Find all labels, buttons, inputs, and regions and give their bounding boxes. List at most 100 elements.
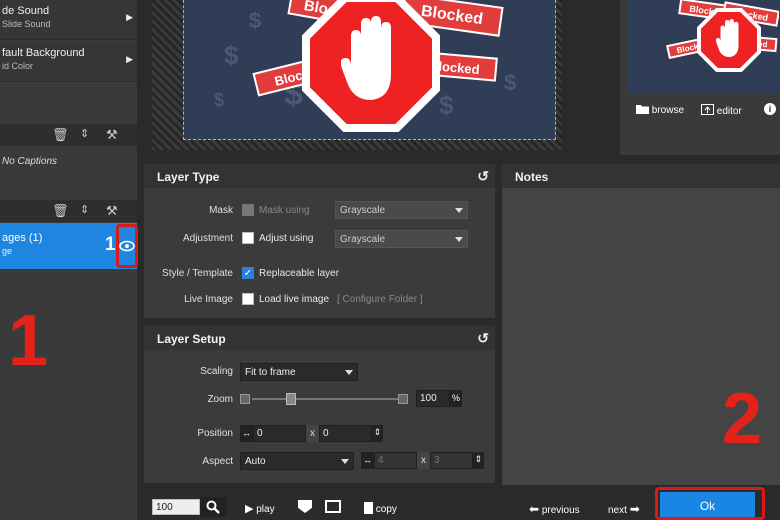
- stop-sign-image: [302, 0, 440, 132]
- chevron-right-icon: ▶: [126, 12, 133, 22]
- window-icon[interactable]: [325, 500, 341, 513]
- mask-label: Mask: [209, 205, 233, 216]
- zoom-max-button[interactable]: [398, 394, 408, 404]
- resize-arrows-icon: ↔: [361, 452, 374, 469]
- adjustment-checkbox[interactable]: [242, 232, 254, 244]
- sort-arrows-icon[interactable]: ⇕: [80, 203, 89, 216]
- default-background-item[interactable]: fault Background id Color ▶: [0, 42, 137, 82]
- scaling-select[interactable]: Fit to frame: [240, 363, 358, 381]
- move-arrows-icon: ↔: [240, 425, 253, 442]
- load-live-image-text: Load live image: [259, 294, 330, 305]
- layer-title: ages (1): [2, 232, 43, 244]
- position-y-input[interactable]: 0: [319, 425, 372, 442]
- layer-type-header: Layer Type ↺: [144, 164, 495, 188]
- trash-icon[interactable]: 🗑: [52, 127, 69, 143]
- scaling-value: Fit to frame: [245, 367, 296, 378]
- adjust-mode-value: Grayscale: [340, 234, 386, 245]
- step-1-annotation: 1: [8, 301, 49, 381]
- configure-folder-link[interactable]: [ Configure Folder ]: [337, 294, 423, 305]
- no-captions-text: No Captions: [2, 156, 58, 167]
- slide-sound-title: de Sound: [2, 5, 50, 17]
- clipboard-icon: [364, 502, 373, 514]
- adjust-using-text: Adjust using: [259, 233, 314, 244]
- adjust-mode-select[interactable]: Grayscale: [335, 230, 468, 248]
- next-button[interactable]: next ➡: [608, 502, 640, 516]
- info-icon[interactable]: i: [764, 103, 776, 115]
- tools-icon[interactable]: ⚒: [106, 127, 118, 143]
- position-label: Position: [197, 428, 233, 439]
- eye-icon[interactable]: [119, 240, 135, 252]
- aspect-width-input[interactable]: 4: [374, 452, 417, 469]
- browse-button[interactable]: browse: [636, 104, 684, 116]
- dollar-sign: $: [439, 90, 454, 120]
- adjustment-label: Adjustment: [182, 233, 233, 244]
- folder-icon: [636, 105, 649, 114]
- mask-mode-value: Grayscale: [340, 205, 386, 216]
- trash-icon[interactable]: 🗑: [52, 203, 69, 219]
- step-2-annotation: 2: [722, 379, 763, 459]
- background-title: fault Background: [2, 47, 85, 59]
- layer-setup-header: Layer Setup ↺: [144, 326, 495, 350]
- layer-setup-title: Layer Setup: [157, 332, 226, 346]
- layer-preview-thumbnail: Blocked Blocked Blocked Blocked: [627, 0, 779, 93]
- hand-icon: [341, 16, 391, 100]
- previous-button[interactable]: ⬅ previous: [529, 502, 580, 516]
- slide-canvas[interactable]: $ $ $ $ $ $ Blocked Blocked Blocked Bloc…: [183, 0, 556, 140]
- layer-type-title: Layer Type: [157, 170, 220, 184]
- replaceable-layer-text: Replaceable layer: [259, 268, 340, 279]
- zoom-percent-input[interactable]: 100: [152, 499, 200, 515]
- position-separator: x: [306, 425, 319, 442]
- zoom-label: Zoom: [207, 394, 233, 405]
- zoom-slider-track[interactable]: [252, 398, 398, 400]
- play-label: play: [256, 504, 275, 515]
- editor-button[interactable]: editor: [701, 104, 742, 117]
- copy-button[interactable]: copy: [364, 502, 397, 515]
- ok-highlight: [655, 487, 765, 520]
- visibility-highlight: [116, 224, 138, 268]
- aspect-separator: x: [417, 452, 430, 469]
- next-label: next: [608, 505, 627, 516]
- zoom-min-button[interactable]: [240, 394, 250, 404]
- stepper-icon[interactable]: ⇕: [473, 452, 484, 469]
- copy-label: copy: [375, 504, 397, 515]
- notes-header: Notes: [502, 164, 780, 188]
- search-icon: [206, 500, 220, 514]
- live-image-label: Live Image: [184, 294, 233, 305]
- dollar-sign: $: [249, 8, 262, 33]
- aspect-select[interactable]: Auto: [240, 452, 354, 470]
- notes-title: Notes: [515, 170, 549, 184]
- aspect-height-input[interactable]: 3: [430, 452, 473, 469]
- mask-using-text: Mask using: [259, 205, 310, 216]
- zoom-input[interactable]: 100: [416, 390, 450, 407]
- reset-icon[interactable]: ↺: [477, 168, 489, 185]
- arrow-right-icon: ➡: [629, 502, 640, 516]
- tools-icon[interactable]: ⚒: [106, 203, 118, 219]
- dollar-sign: $: [224, 40, 239, 70]
- scaling-label: Scaling: [200, 366, 233, 377]
- mask-mode-select[interactable]: Grayscale: [335, 201, 468, 219]
- layer-subtitle: ge: [2, 246, 13, 256]
- slide-sound-item[interactable]: de Sound Slide Sound ▶: [0, 0, 137, 40]
- arrow-left-icon: ⬅: [529, 502, 540, 516]
- style-template-label: Style / Template: [162, 268, 233, 279]
- hand-icon: [716, 19, 739, 57]
- layers-toolbar: 🗑 ⇕ ⚒: [0, 200, 137, 222]
- zoom-search-button[interactable]: [200, 497, 226, 517]
- reset-icon[interactable]: ↺: [477, 330, 489, 347]
- captions-toolbar: 🗑 ⇕ ⚒: [0, 124, 137, 146]
- play-button[interactable]: ▶ play: [245, 502, 275, 515]
- replaceable-layer-checkbox[interactable]: ✓: [242, 267, 254, 279]
- aspect-value: Auto: [245, 456, 266, 467]
- mask-checkbox[interactable]: [242, 204, 254, 216]
- browse-label: browse: [651, 105, 685, 116]
- live-image-checkbox[interactable]: [242, 293, 254, 305]
- chevron-right-icon: ▶: [126, 54, 133, 64]
- dollar-sign: $: [504, 70, 517, 95]
- sort-arrows-icon[interactable]: ⇕: [80, 127, 89, 140]
- editor-label: editor: [716, 106, 742, 117]
- stepper-icon[interactable]: ⇕: [372, 425, 383, 442]
- position-x-input[interactable]: 0: [253, 425, 306, 442]
- aspect-label: Aspect: [202, 456, 233, 467]
- dollar-sign: $: [214, 90, 225, 110]
- zoom-slider-thumb[interactable]: [286, 393, 296, 405]
